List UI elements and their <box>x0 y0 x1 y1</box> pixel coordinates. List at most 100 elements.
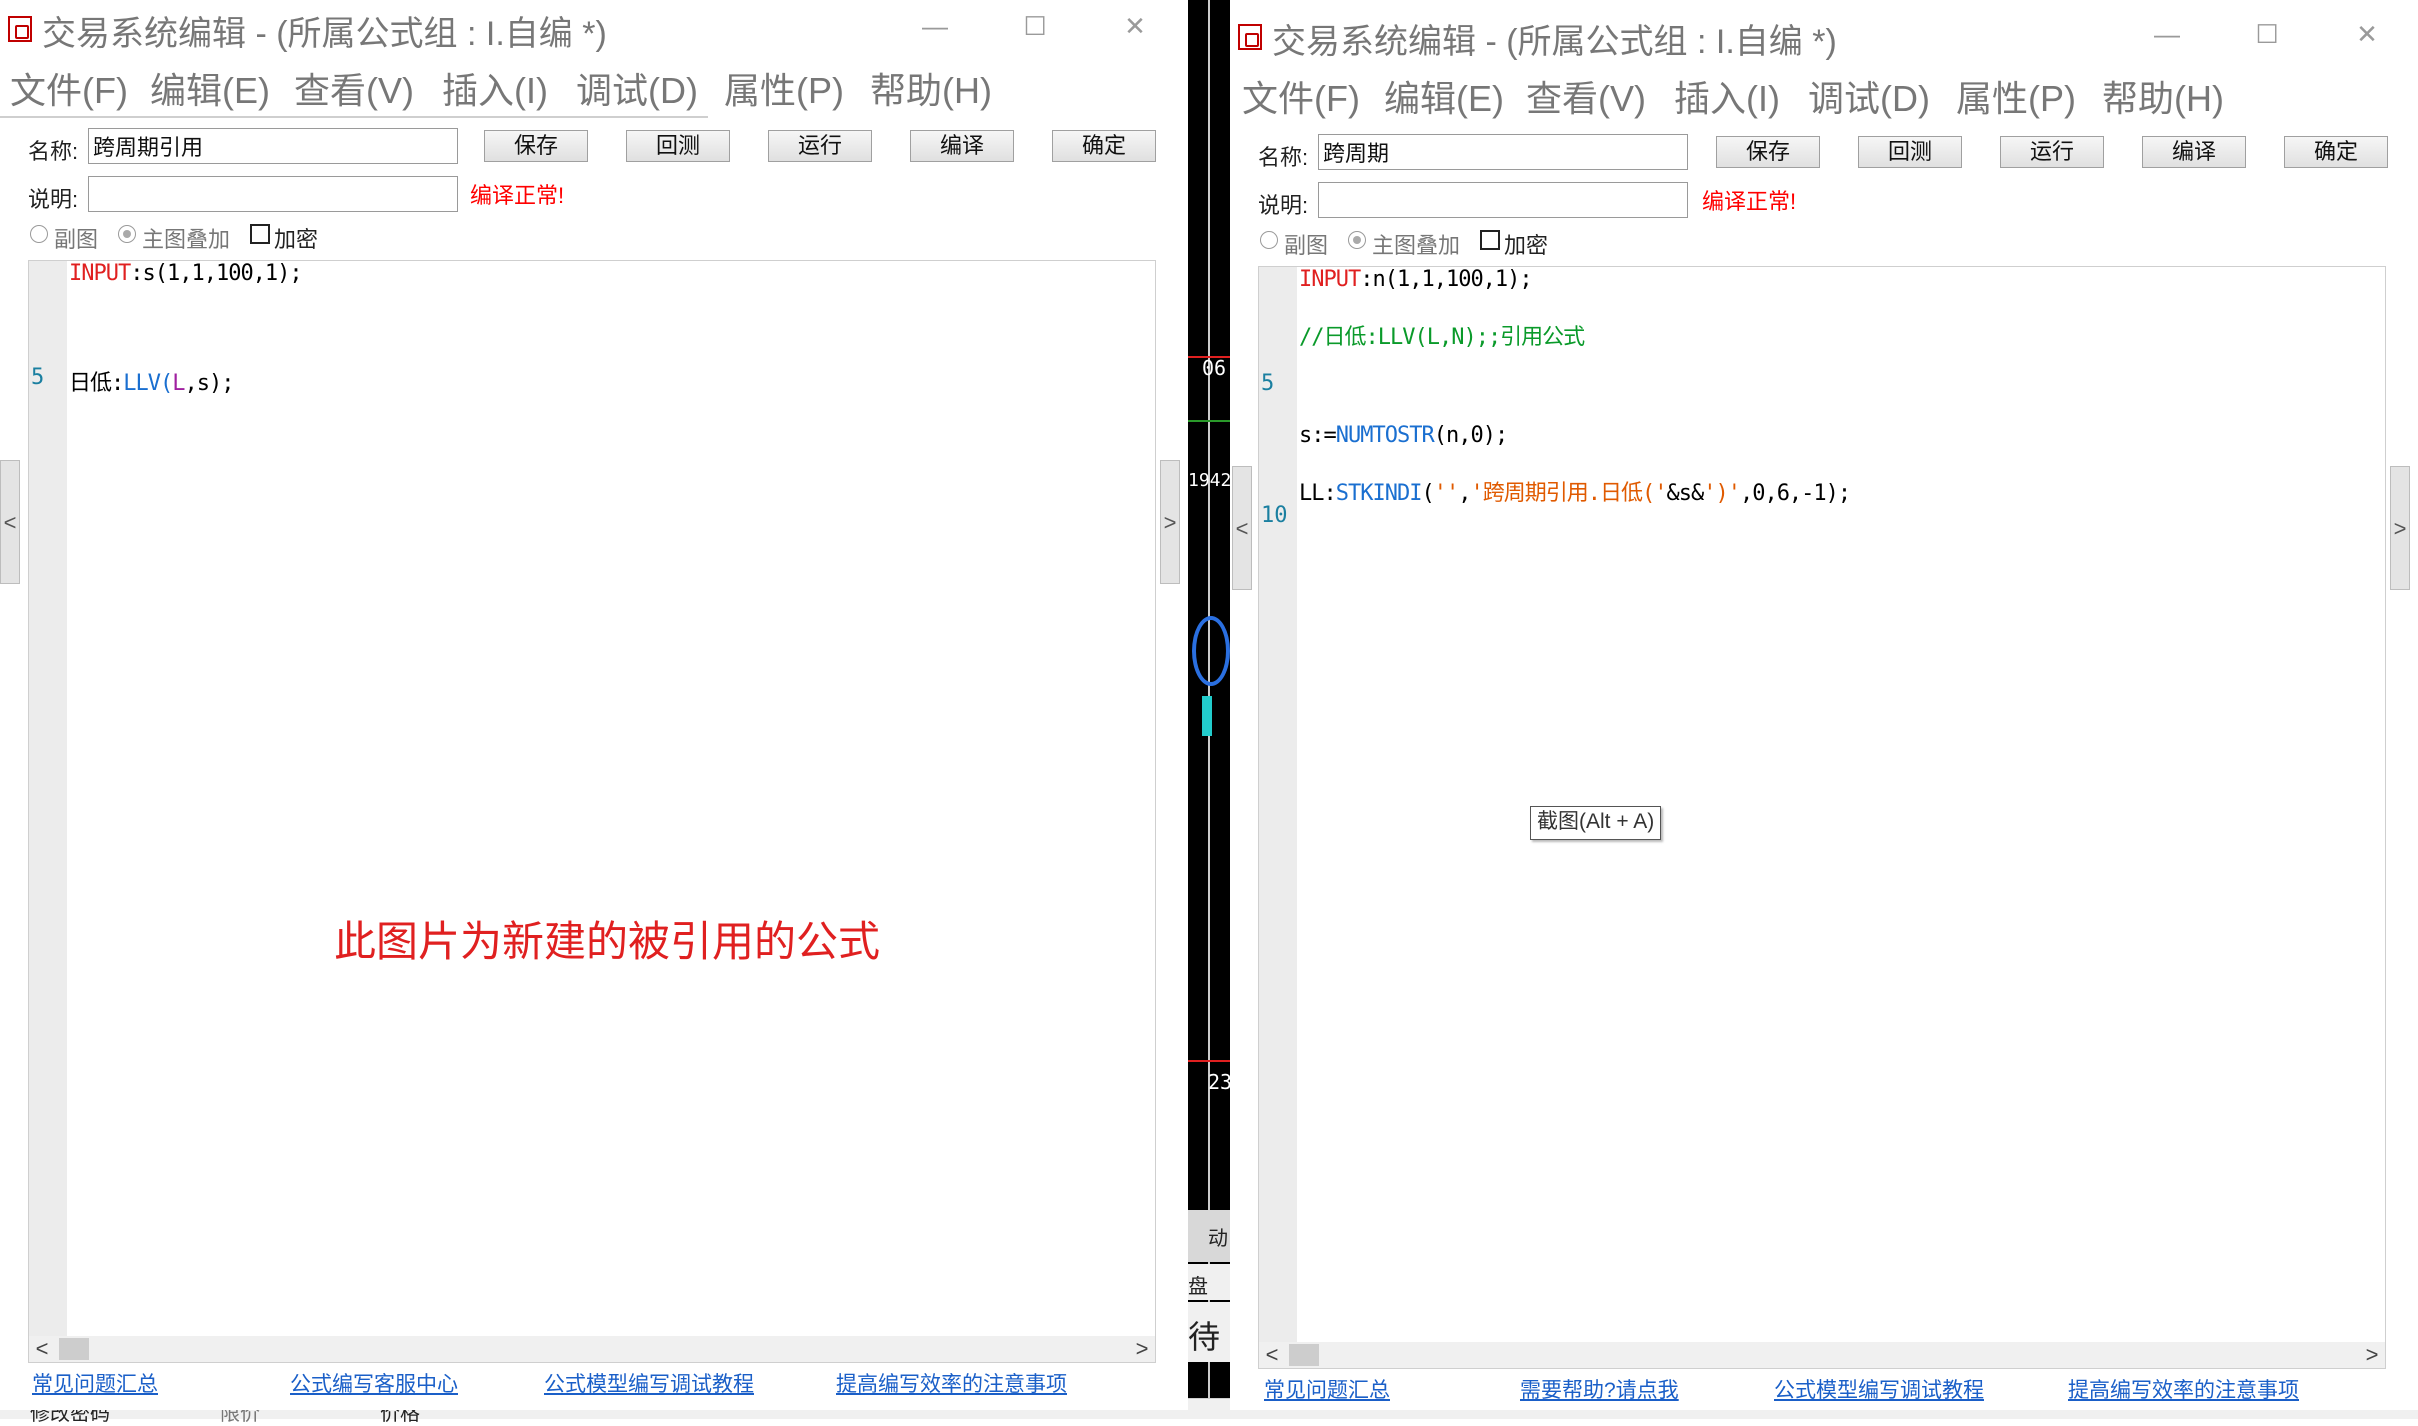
title-bar[interactable]: 交易系统编辑 - (所属公式组 : I.自编 *) — ☐ ✕ <box>0 0 1188 56</box>
menu-view[interactable]: 查看(V) <box>294 62 414 114</box>
maximize-button[interactable]: ☐ <box>2244 14 2290 54</box>
menu-properties[interactable]: 属性(P) <box>1956 70 2076 122</box>
float-assistant-icon[interactable] <box>1192 616 1230 686</box>
encrypt-checkbox[interactable] <box>250 224 270 244</box>
expand-right-tab[interactable]: > <box>1160 460 1180 584</box>
title-bar[interactable]: 交易系统编辑 - (所属公式组 : I.自编 *) — ☐ ✕ <box>1230 8 2418 64</box>
compile-button[interactable]: 编译 <box>2142 136 2246 168</box>
horizontal-scrollbar[interactable]: < > <box>1259 1342 2385 1368</box>
description-input[interactable] <box>88 176 458 212</box>
code-keyword: INPUT <box>1299 267 1361 292</box>
run-button[interactable]: 运行 <box>2000 136 2104 168</box>
menu-debug[interactable]: 调试(D) <box>576 62 698 114</box>
maximize-button[interactable]: ☐ <box>1012 6 1058 46</box>
collapse-left-tab[interactable]: < <box>0 460 20 584</box>
app-icon <box>8 16 32 42</box>
code-variable: L <box>172 371 185 396</box>
scroll-left-arrow[interactable]: < <box>29 1336 55 1362</box>
code-text: ,0,6,-1); <box>1739 481 1851 506</box>
run-button[interactable]: 运行 <box>768 130 872 162</box>
collapse-left-tab[interactable]: < <box>1232 466 1252 590</box>
code-editor[interactable]: 5 INPUT:s(1,1,100,1); 日低:LLV(L,s); < > <box>28 260 1156 1363</box>
sub-chart-radio[interactable] <box>30 225 48 243</box>
side-panel-button[interactable]: 待 <box>1188 1302 1230 1362</box>
tutorial-link[interactable]: 公式模型编写调试教程 <box>1774 1374 1984 1404</box>
support-center-link[interactable]: 公式编写客服中心 <box>290 1368 458 1398</box>
confirm-button[interactable]: 确定 <box>1052 130 1156 162</box>
description-label: 说明: <box>28 187 79 212</box>
efficiency-tips-link[interactable]: 提高编写效率的注意事项 <box>836 1368 1067 1398</box>
name-input[interactable] <box>1318 134 1688 170</box>
side-panel-label: 待 <box>1188 1318 1221 1356</box>
chart-value-label: 1942 <box>1188 470 1230 491</box>
main-overlay-radio[interactable] <box>118 225 136 243</box>
code-text: &s& <box>1666 481 1704 506</box>
save-button[interactable]: 保存 <box>1716 136 1820 168</box>
line-gutter <box>29 261 67 1362</box>
side-panel-button[interactable]: 盘 <box>1188 1264 1230 1300</box>
code-line: s:=NUMTOSTR(n,0); <box>1299 423 1508 448</box>
code-line: LL:STKINDI('','跨周期引用.日低('&s&')',0,6,-1); <box>1299 475 1851 507</box>
annotation-text: 此图片为新建的被引用的公式 <box>334 918 881 965</box>
formula-editor-window-left: 交易系统编辑 - (所属公式组 : I.自编 *) — ☐ ✕ 文件(F) 编辑… <box>0 0 1188 1410</box>
minimize-button[interactable]: — <box>912 6 958 46</box>
sub-chart-label: 副图 <box>1284 233 1329 258</box>
horizontal-scrollbar[interactable]: < > <box>29 1336 1155 1362</box>
main-overlay-radio[interactable] <box>1348 231 1366 249</box>
code-function: STKINDI <box>1335 481 1423 506</box>
side-panel-button[interactable]: 动 <box>1188 1210 1230 1262</box>
menu-edit[interactable]: 编辑(E) <box>1384 70 1504 122</box>
chart-price-line <box>1188 1060 1230 1062</box>
chart-value-label: 06 <box>1202 356 1227 380</box>
save-button[interactable]: 保存 <box>484 130 588 162</box>
scroll-left-arrow[interactable]: < <box>1259 1342 1285 1368</box>
efficiency-tips-link[interactable]: 提高编写效率的注意事项 <box>2068 1374 2299 1404</box>
code-text: (n,0); <box>1433 423 1508 448</box>
name-input[interactable] <box>88 128 458 164</box>
faq-link[interactable]: 常见问题汇总 <box>32 1368 158 1398</box>
menu-debug[interactable]: 调试(D) <box>1808 70 1930 122</box>
description-input[interactable] <box>1318 182 1688 218</box>
backtest-button[interactable]: 回测 <box>1858 136 1962 168</box>
close-button[interactable]: ✕ <box>1112 6 1158 46</box>
sub-chart-label: 副图 <box>54 227 99 252</box>
main-overlay-label: 主图叠加 <box>142 227 231 252</box>
close-button[interactable]: ✕ <box>2344 14 2390 54</box>
compile-status: 编译正常! <box>1702 189 1797 214</box>
scroll-right-arrow[interactable]: > <box>1129 1336 1155 1362</box>
menu-insert[interactable]: 插入(I) <box>442 62 548 114</box>
expand-right-tab[interactable]: > <box>2390 466 2410 590</box>
scroll-thumb[interactable] <box>1289 1344 1319 1366</box>
main-overlay-label: 主图叠加 <box>1372 233 1461 258</box>
scroll-thumb[interactable] <box>59 1338 89 1360</box>
window-title: 交易系统编辑 - (所属公式组 : I.自编 *) <box>1272 23 1837 61</box>
menu-properties[interactable]: 属性(P) <box>724 62 844 114</box>
code-function: LLV <box>123 371 161 396</box>
help-link[interactable]: 需要帮助?请点我 <box>1520 1374 1679 1404</box>
faq-link[interactable]: 常见问题汇总 <box>1264 1374 1390 1404</box>
backtest-button[interactable]: 回测 <box>626 130 730 162</box>
menu-help[interactable]: 帮助(H) <box>870 62 992 114</box>
code-editor[interactable]: 5 10 INPUT:n(1,1,100,1); //日低:LLV(L,N);;… <box>1258 266 2386 1369</box>
menu-divider <box>0 116 708 118</box>
menu-insert[interactable]: 插入(I) <box>1674 70 1780 122</box>
menu-file[interactable]: 文件(F) <box>1242 70 1360 122</box>
encrypt-label: 加密 <box>274 227 319 252</box>
tutorial-link[interactable]: 公式模型编写调试教程 <box>544 1368 754 1398</box>
code-comment: //日低:LLV(L,N);;引用公式 <box>1299 325 1585 350</box>
scroll-right-arrow[interactable]: > <box>2359 1342 2385 1368</box>
formula-editor-window-right: 交易系统编辑 - (所属公式组 : I.自编 *) — ☐ ✕ 文件(F) 编辑… <box>1230 0 2418 1410</box>
chart-line-green <box>1188 420 1230 422</box>
menu-view[interactable]: 查看(V) <box>1526 70 1646 122</box>
compile-button[interactable]: 编译 <box>910 130 1014 162</box>
encrypt-checkbox[interactable] <box>1480 230 1500 250</box>
minimize-button[interactable]: — <box>2144 14 2190 54</box>
menu-edit[interactable]: 编辑(E) <box>150 62 270 114</box>
code-text: s:= <box>1299 423 1337 448</box>
sub-chart-radio[interactable] <box>1260 231 1278 249</box>
line-number: 10 <box>1261 503 1288 528</box>
menu-file[interactable]: 文件(F) <box>10 62 128 114</box>
compile-status: 编译正常! <box>470 183 565 208</box>
menu-help[interactable]: 帮助(H) <box>2102 70 2224 122</box>
confirm-button[interactable]: 确定 <box>2284 136 2388 168</box>
